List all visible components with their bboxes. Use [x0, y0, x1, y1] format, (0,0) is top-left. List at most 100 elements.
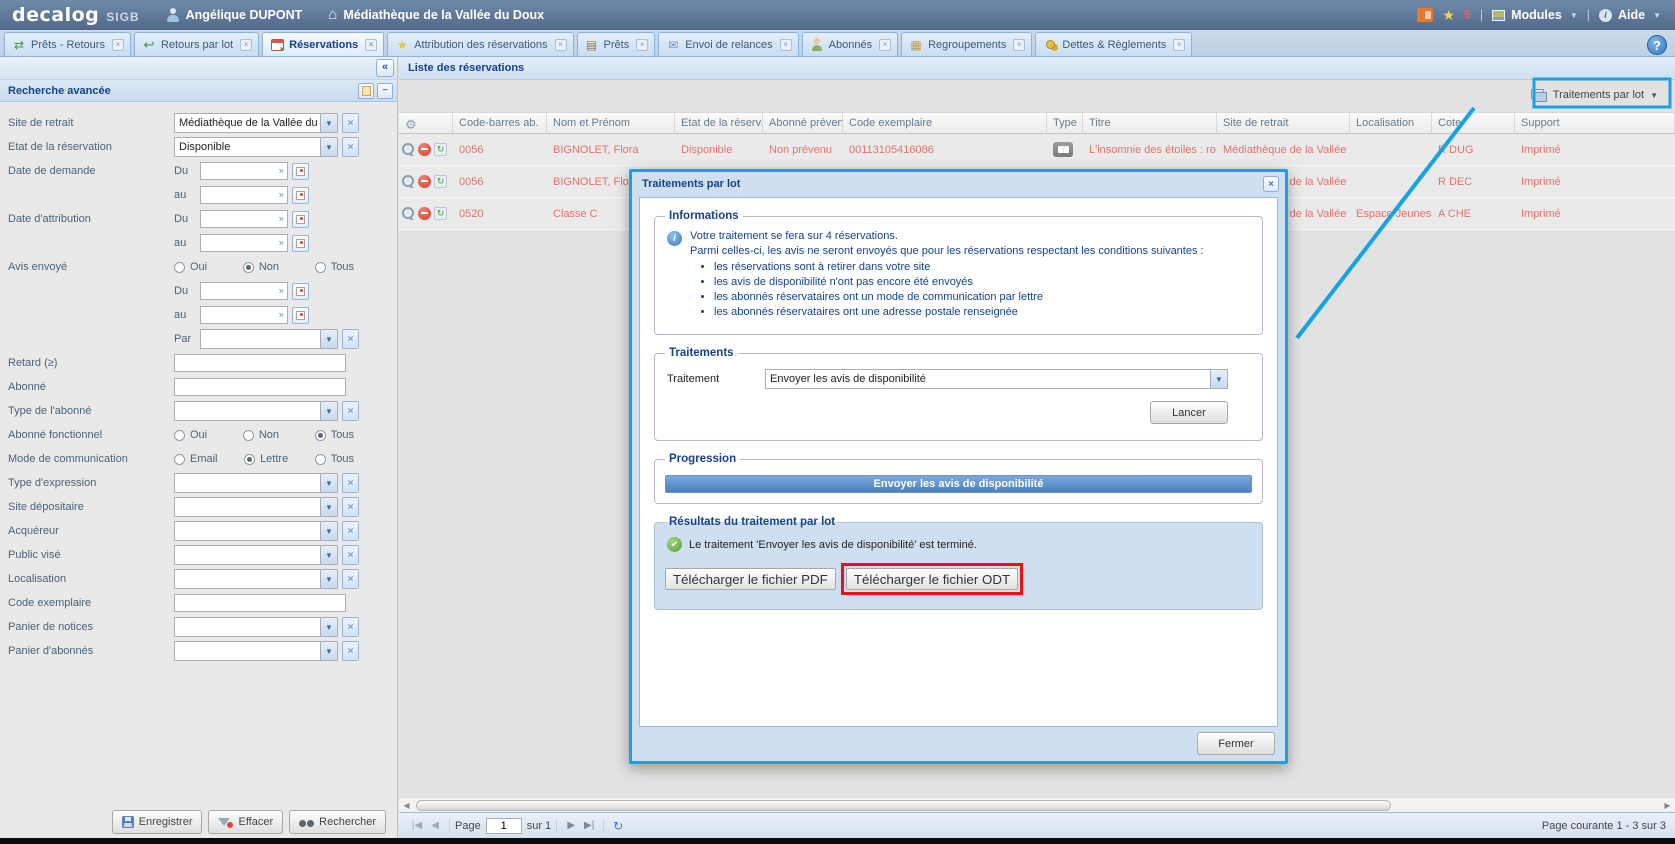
calendar-icon[interactable] — [292, 235, 309, 252]
chevron-down-icon[interactable] — [320, 138, 337, 156]
chevron-down-icon[interactable] — [320, 114, 337, 132]
radio-tous[interactable]: Tous — [315, 453, 354, 465]
next-page-icon[interactable]: ▶ — [562, 820, 580, 831]
chevron-down-icon[interactable] — [320, 498, 337, 516]
view-icon[interactable] — [402, 207, 415, 220]
tab-dettes-reglements[interactable]: Dettes & Règlements — [1035, 32, 1192, 56]
column-header[interactable]: Titre — [1083, 113, 1217, 133]
help-button[interactable]: ? — [1647, 35, 1667, 55]
tab-prets-retours[interactable]: Prêts - Retours — [4, 32, 131, 56]
close-tab-icon[interactable] — [879, 39, 891, 51]
code-exemplaire-input[interactable] — [174, 594, 346, 612]
history-icon[interactable] — [434, 207, 447, 220]
clear-field-icon[interactable] — [342, 497, 359, 517]
chevron-down-icon[interactable] — [320, 546, 337, 564]
lancer-button[interactable]: Lancer — [1150, 401, 1228, 424]
column-header[interactable]: Code exemplaire — [843, 113, 1047, 133]
clear-date-icon[interactable] — [279, 238, 284, 248]
history-icon[interactable] — [434, 143, 447, 156]
download-pdf-button[interactable]: Télécharger le fichier PDF — [665, 568, 836, 590]
minimize-icon[interactable] — [377, 83, 393, 99]
date-demande-au-input[interactable] — [200, 186, 288, 204]
history-icon[interactable] — [434, 175, 447, 188]
clear-date-icon[interactable] — [279, 310, 284, 320]
panier-notices-select[interactable] — [174, 617, 338, 637]
view-icon[interactable] — [402, 175, 415, 188]
tab-abonnes[interactable]: Abonnés — [802, 32, 898, 56]
first-page-icon[interactable]: |◀ — [408, 820, 426, 831]
help-menu[interactable]: i Aide ▼ — [1599, 8, 1661, 22]
close-tab-icon[interactable] — [636, 39, 648, 51]
collapse-panel-button[interactable] — [376, 59, 394, 77]
abonne-input[interactable] — [174, 378, 346, 396]
close-tab-icon[interactable] — [365, 39, 377, 51]
tab-reservations[interactable]: Réservations — [262, 32, 384, 56]
table-row[interactable]: 0056 BIGNOLET, Flora Disponible Non prév… — [399, 134, 1675, 166]
date-attribution-du-input[interactable] — [200, 210, 288, 228]
calendar-icon[interactable] — [292, 307, 309, 324]
clear-field-icon[interactable] — [342, 617, 359, 637]
clear-date-icon[interactable] — [279, 166, 284, 176]
chevron-down-icon[interactable] — [1210, 370, 1227, 388]
scroll-right-icon[interactable]: ▶ — [1660, 801, 1675, 810]
clear-field-icon[interactable] — [342, 569, 359, 589]
clear-field-icon[interactable] — [342, 521, 359, 541]
column-header[interactable]: Support — [1515, 113, 1675, 133]
radio-oui[interactable]: Oui — [174, 429, 207, 441]
download-odt-button[interactable]: Télécharger le fichier ODT — [846, 568, 1018, 590]
acquereur-select[interactable] — [174, 521, 338, 541]
previous-page-icon[interactable]: ◀ — [426, 820, 444, 831]
avis-au-input[interactable] — [200, 306, 288, 324]
favorites-star-icon[interactable] — [1442, 7, 1455, 24]
calendar-icon[interactable] — [292, 283, 309, 300]
clear-date-icon[interactable] — [279, 214, 284, 224]
clear-field-icon[interactable] — [342, 641, 359, 661]
column-header[interactable]: Localisation — [1350, 113, 1432, 133]
current-site[interactable]: ⌂ Médiathèque de la Vallée du Doux — [328, 8, 544, 22]
close-tab-icon[interactable] — [112, 39, 124, 51]
page-number-input[interactable] — [486, 818, 522, 834]
radio-oui[interactable]: Oui — [174, 261, 207, 273]
radio-tous[interactable]: Tous — [315, 261, 354, 273]
batch-processing-button[interactable]: Traitements par lot ▼ — [1526, 84, 1663, 106]
site-retrait-select[interactable]: Médiathèque de la Vallée du — [174, 113, 338, 133]
scrollbar-thumb[interactable] — [416, 800, 1391, 811]
cancel-icon[interactable] — [418, 143, 431, 156]
type-abonne-select[interactable] — [174, 401, 338, 421]
etat-reservation-select[interactable]: Disponible — [174, 137, 338, 157]
avis-du-input[interactable] — [200, 282, 288, 300]
horizontal-scrollbar[interactable]: ◀ ▶ — [399, 797, 1675, 812]
clear-field-icon[interactable] — [342, 113, 359, 133]
close-tab-icon[interactable] — [240, 39, 252, 51]
radio-tous[interactable]: Tous — [315, 429, 354, 441]
chevron-down-icon[interactable] — [320, 570, 337, 588]
date-attribution-au-input[interactable] — [200, 234, 288, 252]
close-tab-icon[interactable] — [1173, 39, 1185, 51]
clear-date-icon[interactable] — [279, 286, 284, 296]
tab-envoi-relances[interactable]: Envoi de relances — [658, 32, 798, 56]
tab-retours-par-lot[interactable]: Retours par lot — [134, 32, 259, 56]
column-header[interactable]: Type — [1047, 113, 1083, 133]
chevron-down-icon[interactable] — [320, 402, 337, 420]
chevron-down-icon[interactable] — [320, 618, 337, 636]
column-header[interactable]: Abonné prévenu... — [763, 113, 843, 133]
close-tab-icon[interactable] — [555, 39, 567, 51]
chevron-down-icon[interactable] — [320, 642, 337, 660]
panier-abonnes-select[interactable] — [174, 641, 338, 661]
tab-attribution-reservations[interactable]: Attribution des réservations — [387, 32, 573, 56]
last-page-icon[interactable]: ▶| — [580, 820, 598, 831]
tab-prets[interactable]: Prêts — [577, 32, 656, 56]
current-user[interactable]: Angélique DUPONT — [166, 8, 303, 22]
site-depositaire-select[interactable] — [174, 497, 338, 517]
view-icon[interactable] — [402, 143, 415, 156]
clear-date-icon[interactable] — [279, 190, 284, 200]
chevron-down-icon[interactable] — [320, 522, 337, 540]
close-tab-icon[interactable] — [1013, 39, 1025, 51]
scroll-left-icon[interactable]: ◀ — [399, 801, 414, 810]
chevron-down-icon[interactable] — [320, 474, 337, 492]
close-icon[interactable] — [1263, 176, 1279, 192]
close-tab-icon[interactable] — [780, 39, 792, 51]
column-header[interactable]: Site de retrait — [1217, 113, 1350, 133]
save-search-icon[interactable] — [358, 83, 374, 99]
calendar-icon[interactable] — [292, 211, 309, 228]
